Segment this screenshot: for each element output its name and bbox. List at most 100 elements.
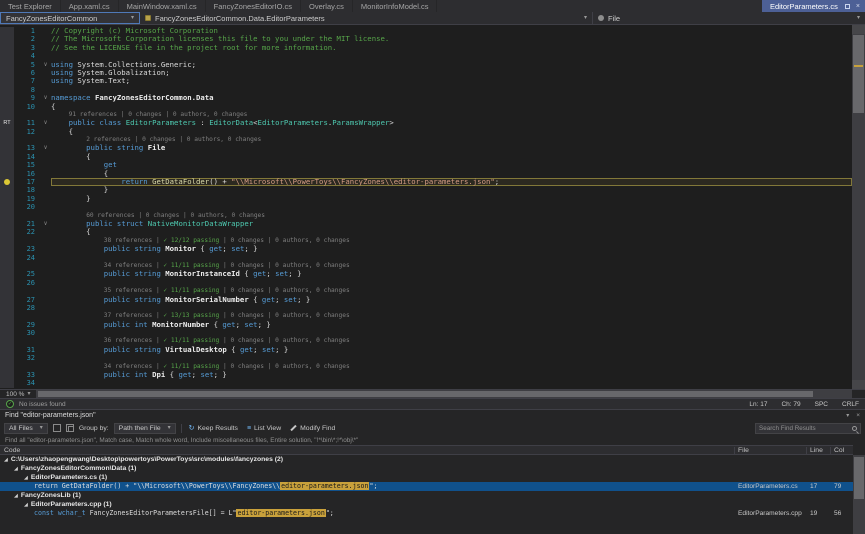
- code-line-16[interactable]: 16 {: [0, 170, 852, 178]
- code-line-19[interactable]: 19 }: [0, 195, 852, 203]
- tab-fancyzoneseditorio-cs[interactable]: FancyZonesEditorIO.cs: [206, 0, 301, 12]
- expanded-arrow-icon[interactable]: ◢: [14, 466, 18, 472]
- indicator-margin[interactable]: [0, 220, 14, 228]
- code-line-23[interactable]: 23 public string Monitor { get; set; }: [0, 245, 852, 253]
- code-line-22[interactable]: 22 {: [0, 228, 852, 236]
- indicator-margin[interactable]: [0, 77, 14, 85]
- code-line-15[interactable]: 15 get: [0, 161, 852, 169]
- fold-collapse-icon[interactable]: ∨: [40, 220, 51, 228]
- collapse-all-icon[interactable]: [66, 424, 74, 432]
- code-line-1[interactable]: 1// Copyright (c) Microsoft Corporation: [0, 27, 852, 35]
- fold-collapse-icon[interactable]: ∨: [40, 94, 51, 102]
- modify-find-button[interactable]: Modify Find: [288, 425, 337, 432]
- expanded-arrow-icon[interactable]: ◢: [14, 493, 18, 499]
- indicator-margin[interactable]: [0, 178, 14, 186]
- code-line-21[interactable]: 21∨ public struct NativeMonitorDataWrapp…: [0, 220, 852, 228]
- code-line-3[interactable]: 3// See the LICENSE file in the project …: [0, 44, 852, 52]
- scroll-up-arrow[interactable]: [852, 25, 865, 34]
- codelens-indicator[interactable]: 60 references | 0 changes | 0 authors, 0…: [0, 212, 852, 220]
- health-status-text[interactable]: No issues found: [19, 401, 66, 408]
- code-line-6[interactable]: 6using System.Globalization;: [0, 69, 852, 77]
- quick-actions-bulb-icon[interactable]: [4, 179, 10, 185]
- indicator-margin[interactable]: [0, 103, 14, 111]
- code-lines[interactable]: 1// Copyright (c) Microsoft Corporation2…: [0, 25, 852, 389]
- indicator-margin[interactable]: [0, 254, 14, 262]
- indicator-margin[interactable]: [0, 379, 14, 387]
- code-line-20[interactable]: 20: [0, 203, 852, 211]
- fold-collapse-icon[interactable]: ∨: [40, 144, 51, 152]
- indicator-margin[interactable]: [0, 186, 14, 194]
- indicator-margin[interactable]: [0, 170, 14, 178]
- indicator-margin[interactable]: [0, 228, 14, 236]
- indicator-margin[interactable]: [0, 35, 14, 43]
- keep-tab-open-icon[interactable]: [845, 4, 850, 9]
- codelens-indicator[interactable]: 36 references | ✓ 11/11 passing | 0 chan…: [0, 337, 852, 345]
- expand-all-icon[interactable]: [53, 424, 61, 432]
- indicator-margin[interactable]: [0, 371, 14, 379]
- list-view-button[interactable]: ≡ List View: [245, 425, 283, 432]
- tab-overlay-cs[interactable]: Overlay.cs: [301, 0, 353, 12]
- code-line-24[interactable]: 24: [0, 254, 852, 262]
- code-line-2[interactable]: 2// The Microsoft Corporation licenses t…: [0, 35, 852, 43]
- code-line-10[interactable]: 10{: [0, 103, 852, 111]
- column-header-line[interactable]: Line: [807, 447, 831, 454]
- code-line-12[interactable]: 12 {: [0, 128, 852, 136]
- find-group-row[interactable]: ◢EditorParameters.cpp (1): [0, 500, 853, 509]
- code-line-25[interactable]: 25 public string MonitorInstanceId { get…: [0, 270, 852, 278]
- codelens-indicator[interactable]: 38 references | ✓ 12/12 passing | 0 chan…: [0, 237, 852, 245]
- column-header-file[interactable]: File: [735, 447, 807, 454]
- group-by-dropdown[interactable]: Path then File ▾: [114, 423, 176, 434]
- close-panel-icon[interactable]: ×: [856, 412, 860, 419]
- margin-badge[interactable]: RT: [0, 119, 14, 127]
- indicator-margin[interactable]: [0, 144, 14, 152]
- codelens-indicator[interactable]: 35 references | ✓ 11/11 passing | 0 chan…: [0, 287, 852, 295]
- code-editor[interactable]: 1// Copyright (c) Microsoft Corporation2…: [0, 25, 865, 389]
- indicator-margin[interactable]: [0, 203, 14, 211]
- editor-scrollbar-thumb[interactable]: [853, 35, 864, 113]
- line-ending-indicator[interactable]: CRLF: [842, 401, 859, 408]
- code-line-5[interactable]: 5∨using System.Collections.Generic;: [0, 61, 852, 69]
- panel-title-bar[interactable]: Find "editor-parameters.json" ▾ ×: [0, 410, 865, 421]
- indicator-margin[interactable]: [0, 27, 14, 35]
- indicator-margin[interactable]: [0, 304, 14, 312]
- expanded-arrow-icon[interactable]: ◢: [24, 502, 28, 508]
- line-indicator[interactable]: Ln: 17: [749, 401, 767, 408]
- expanded-arrow-icon[interactable]: ◢: [24, 475, 28, 481]
- indicator-margin[interactable]: [0, 94, 14, 102]
- find-result-row[interactable]: const wchar_t FancyZonesEditorParameters…: [0, 509, 853, 518]
- editor-horizontal-scrollbar[interactable]: [36, 390, 852, 398]
- scroll-down-arrow[interactable]: [852, 380, 865, 389]
- codelens-indicator[interactable]: 34 references | ✓ 11/11 passing | 0 chan…: [0, 363, 852, 371]
- indicator-margin[interactable]: [0, 296, 14, 304]
- code-line-11[interactable]: RT11∨ public class EditorParameters : Ed…: [0, 119, 852, 127]
- indicator-margin[interactable]: [0, 279, 14, 287]
- indicator-margin[interactable]: [0, 52, 14, 60]
- tab-monitorinfomodel-cs[interactable]: MonitorInfoModel.cs: [353, 0, 438, 12]
- window-menu-icon[interactable]: ▾: [846, 413, 849, 419]
- spaces-indicator[interactable]: SPC: [815, 401, 828, 408]
- indicator-margin[interactable]: [0, 346, 14, 354]
- search-results-box[interactable]: [755, 423, 861, 434]
- expanded-arrow-icon[interactable]: ◢: [4, 457, 8, 463]
- code-line-4[interactable]: 4: [0, 52, 852, 60]
- tab-test-explorer[interactable]: Test Explorer: [0, 0, 61, 12]
- code-line-9[interactable]: 9∨namespace FancyZonesEditorCommon.Data: [0, 94, 852, 102]
- code-line-33[interactable]: 33 public int Dpi { get; set; }: [0, 371, 852, 379]
- keep-results-button[interactable]: ↻ Keep Results: [187, 425, 240, 432]
- indicator-margin[interactable]: [0, 69, 14, 77]
- hscrollbar-thumb[interactable]: [38, 391, 813, 397]
- indicator-margin[interactable]: [0, 153, 14, 161]
- indicator-margin[interactable]: [0, 128, 14, 136]
- indicator-margin[interactable]: [0, 354, 14, 362]
- type-dropdown[interactable]: FancyZonesEditorCommon.Data.EditorParame…: [140, 12, 592, 24]
- indicator-margin[interactable]: [0, 86, 14, 94]
- indicator-margin[interactable]: [0, 321, 14, 329]
- code-line-26[interactable]: 26: [0, 279, 852, 287]
- scope-filter-dropdown[interactable]: All Files ▾: [4, 423, 48, 434]
- tab-app-xaml-cs[interactable]: App.xaml.cs: [61, 0, 119, 12]
- indicator-margin[interactable]: [0, 161, 14, 169]
- code-line-27[interactable]: 27 public string MonitorSerialNumber { g…: [0, 296, 852, 304]
- code-line-32[interactable]: 32: [0, 354, 852, 362]
- find-group-row[interactable]: ◢EditorParameters.cs (1): [0, 473, 853, 482]
- tab-mainwindow-xaml-cs[interactable]: MainWindow.xaml.cs: [119, 0, 206, 12]
